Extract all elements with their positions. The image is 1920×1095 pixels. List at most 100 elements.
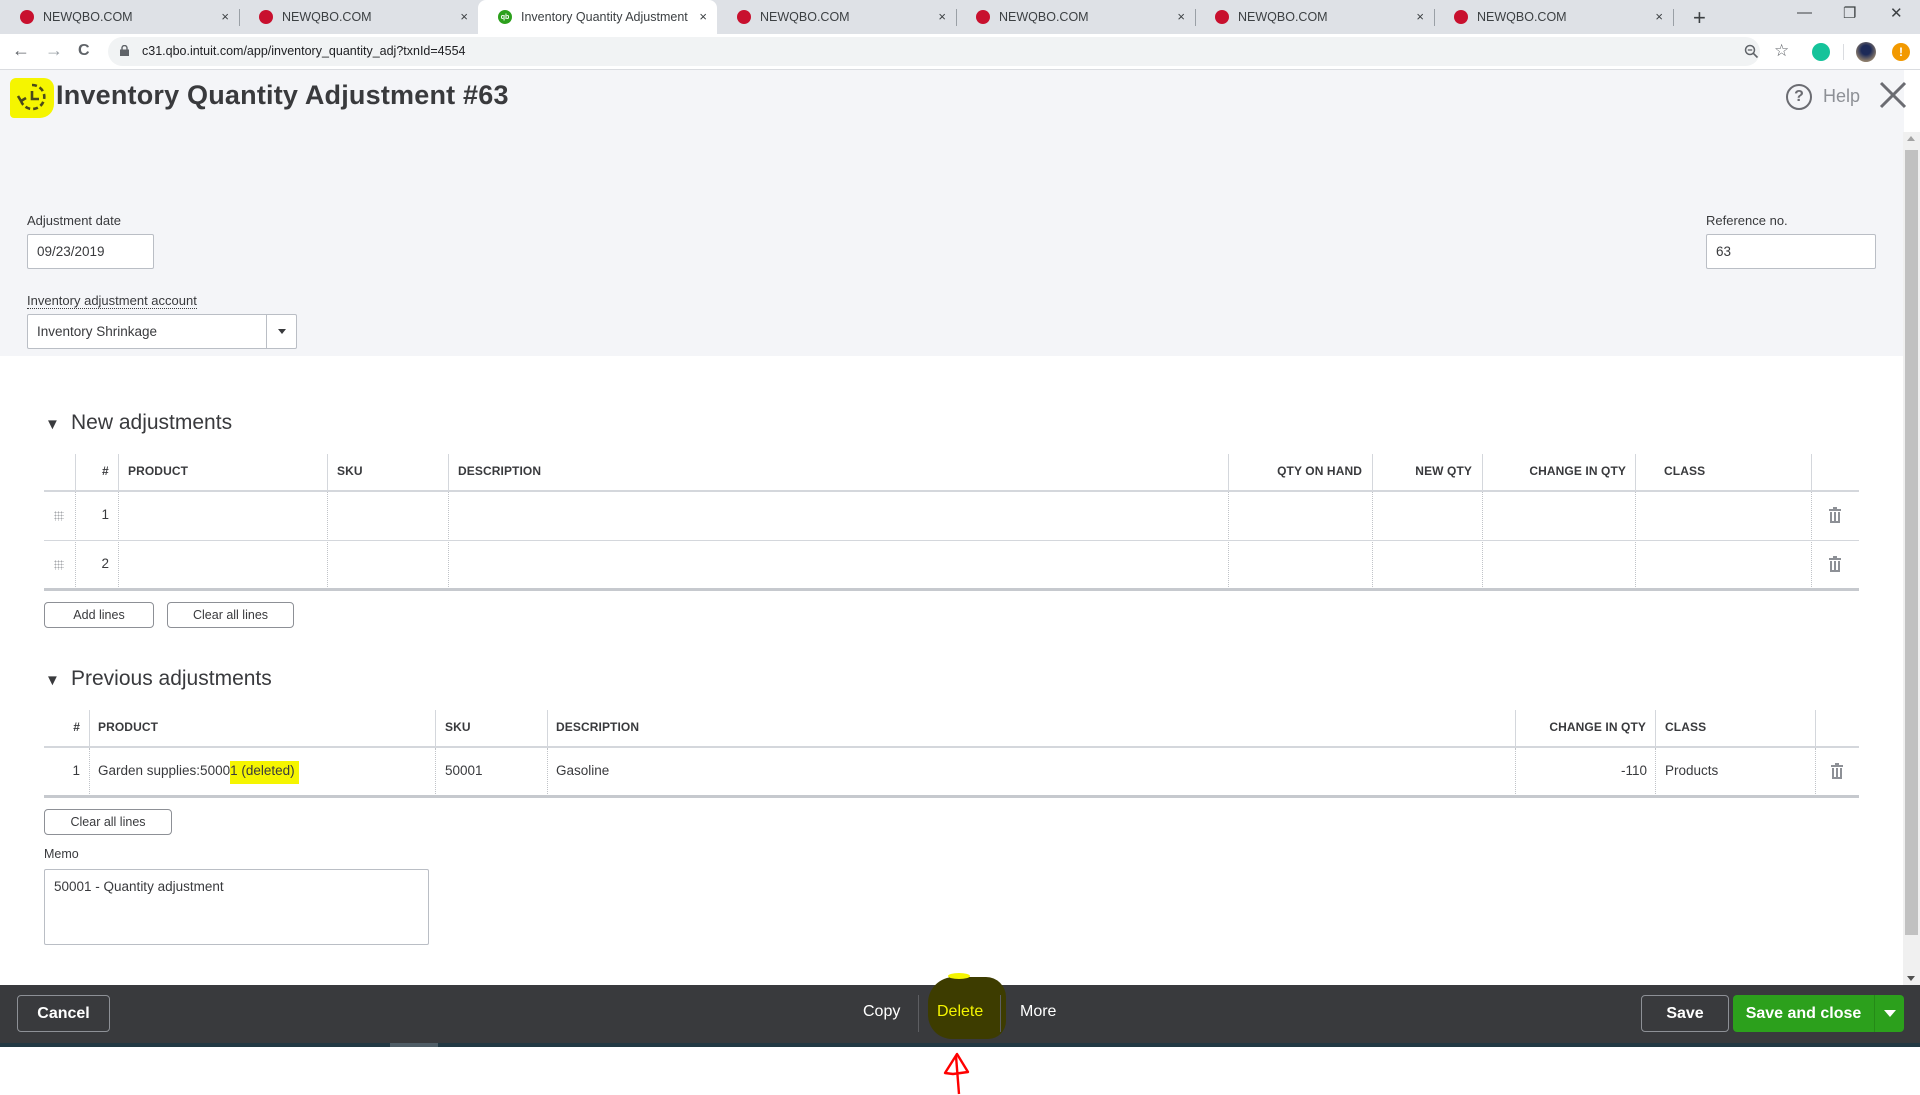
cell-divider	[89, 748, 90, 796]
column-header-description: DESCRIPTION	[556, 720, 640, 734]
horizontal-scroll-thumb[interactable]	[390, 1043, 438, 1047]
window-close-button[interactable]: ✕	[1890, 4, 1903, 22]
save-and-close-button[interactable]: Save and close	[1733, 995, 1874, 1032]
recent-transactions-icon[interactable]	[10, 78, 54, 118]
newqbo-favicon-icon	[976, 10, 990, 24]
help-icon[interactable]: ?	[1786, 84, 1812, 110]
column-header-change-in-qty: CHANGE IN QTY	[1549, 720, 1646, 734]
chevron-down-icon[interactable]	[266, 315, 296, 348]
scroll-down-arrow-icon[interactable]	[1907, 976, 1915, 981]
reference-no-label: Reference no.	[1706, 213, 1788, 228]
delete-annotation-highlight	[948, 973, 970, 979]
description-cell[interactable]: Gasoline	[556, 763, 609, 778]
previous-adjustments-heading[interactable]: Previous adjustments	[71, 667, 272, 691]
new-tab-button[interactable]: +	[1693, 5, 1706, 31]
drag-handle-icon[interactable]	[54, 511, 64, 521]
trash-icon[interactable]	[1831, 763, 1843, 779]
footer-divider	[1000, 995, 1001, 1032]
bookmark-star-icon[interactable]: ☆	[1774, 41, 1789, 61]
reload-button[interactable]: C	[78, 42, 90, 60]
clear-all-lines-button[interactable]: Clear all lines	[44, 809, 172, 835]
lock-icon	[120, 45, 129, 56]
address-bar[interactable]: c31.qbo.intuit.com/app/inventory_quantit…	[108, 37, 1789, 66]
tab-close-icon[interactable]: ×	[460, 9, 468, 24]
forward-button[interactable]: →	[45, 40, 63, 61]
browser-tab[interactable]: NEWQBO.COM ×	[1434, 0, 1674, 34]
product-cell[interactable]: Garden supplies:50001 (deleted)	[98, 761, 299, 784]
tab-close-icon[interactable]: ×	[1655, 9, 1663, 24]
cancel-button[interactable]: Cancel	[17, 995, 110, 1032]
help-link[interactable]: Help	[1823, 86, 1860, 107]
change-in-qty-cell[interactable]: -110	[1515, 763, 1647, 778]
update-alert-icon[interactable]: !	[1892, 43, 1910, 61]
close-icon[interactable]	[1878, 80, 1908, 110]
collapse-caret-icon[interactable]: ▼	[45, 672, 60, 689]
scroll-up-arrow-icon[interactable]	[1907, 136, 1915, 141]
browser-tab[interactable]: NEWQBO.COM ×	[1195, 0, 1435, 34]
tab-divider	[1673, 9, 1674, 26]
sku-cell[interactable]: 50001	[445, 763, 483, 778]
minimize-button[interactable]: —	[1797, 4, 1812, 21]
column-divider	[75, 454, 76, 491]
newqbo-favicon-icon	[1215, 10, 1229, 24]
column-header-number: #	[73, 720, 80, 734]
column-header-sku: SKU	[445, 720, 471, 734]
reference-no-input[interactable]: 63	[1706, 234, 1876, 269]
newqbo-favicon-icon	[1454, 10, 1468, 24]
restore-button[interactable]: ❐	[1843, 4, 1856, 22]
tab-close-icon[interactable]: ×	[1177, 9, 1185, 24]
footer-toolbar: Cancel Copy Delete More Save Save and cl…	[0, 973, 1920, 1043]
tab-close-icon[interactable]: ×	[221, 9, 229, 24]
add-lines-button[interactable]: Add lines	[44, 602, 154, 628]
adjustment-account-select[interactable]: Inventory Shrinkage	[27, 314, 297, 349]
column-divider	[1815, 710, 1816, 747]
browser-tab-bar: NEWQBO.COM × NEWQBO.COM × qb Inventory Q…	[0, 0, 1920, 34]
zoom-out-icon[interactable]	[1744, 44, 1759, 59]
deleted-product-highlight: 1 (deleted)	[230, 761, 299, 784]
browser-tab[interactable]: NEWQBO.COM ×	[0, 0, 240, 34]
copy-button[interactable]: Copy	[863, 1003, 900, 1021]
collapse-caret-icon[interactable]: ▼	[45, 416, 60, 433]
memo-textarea[interactable]: 50001 - Quantity adjustment	[44, 869, 429, 945]
class-cell[interactable]: Products	[1665, 763, 1718, 778]
trash-icon[interactable]	[1829, 507, 1841, 523]
clear-all-lines-button[interactable]: Clear all lines	[167, 602, 294, 628]
page-title: Inventory Quantity Adjustment #63	[56, 80, 509, 110]
browser-tab[interactable]: NEWQBO.COM ×	[239, 0, 478, 34]
browser-tab[interactable]: NEWQBO.COM ×	[956, 0, 1196, 34]
newqbo-favicon-icon	[20, 10, 34, 24]
more-button[interactable]: More	[1020, 1003, 1056, 1021]
column-divider	[1811, 454, 1812, 491]
footer-divider	[918, 995, 919, 1032]
tab-title: NEWQBO.COM	[1238, 10, 1328, 24]
scrollbar-thumb[interactable]	[1905, 150, 1918, 935]
drag-handle-icon[interactable]	[54, 560, 64, 570]
delete-button[interactable]: Delete	[937, 1003, 983, 1021]
column-header-new-qty: NEW QTY	[1415, 464, 1472, 478]
cell-divider	[1815, 748, 1816, 796]
back-button[interactable]: ←	[12, 40, 30, 61]
column-header-product: PRODUCT	[128, 464, 189, 478]
newqbo-favicon-icon	[259, 10, 273, 24]
profile-avatar[interactable]	[1856, 42, 1876, 62]
new-adjustments-heading[interactable]: New adjustments	[71, 411, 232, 435]
column-header-number: #	[102, 464, 109, 478]
tab-close-icon[interactable]: ×	[938, 9, 946, 24]
column-divider	[435, 710, 436, 747]
browser-toolbar: ← → C c31.qbo.intuit.com/app/inventory_q…	[0, 34, 1920, 70]
browser-tab-active[interactable]: qb Inventory Quantity Adjustment ×	[478, 0, 717, 34]
column-divider	[547, 710, 548, 747]
save-button[interactable]: Save	[1641, 995, 1729, 1032]
adjustment-date-input[interactable]: 09/23/2019	[27, 234, 154, 269]
page-scrollbar[interactable]	[1903, 132, 1920, 985]
annotation-arrow-icon	[943, 1052, 970, 1095]
column-divider	[1372, 454, 1373, 491]
column-header-product: PRODUCT	[98, 720, 159, 734]
browser-tab[interactable]: NEWQBO.COM ×	[717, 0, 957, 34]
column-header-sku: SKU	[337, 464, 363, 478]
save-options-dropdown-icon[interactable]	[1874, 995, 1904, 1032]
tab-close-icon[interactable]: ×	[699, 9, 707, 24]
trash-icon[interactable]	[1829, 556, 1841, 572]
tab-close-icon[interactable]: ×	[1416, 9, 1424, 24]
grammarly-extension-icon[interactable]	[1812, 43, 1830, 61]
